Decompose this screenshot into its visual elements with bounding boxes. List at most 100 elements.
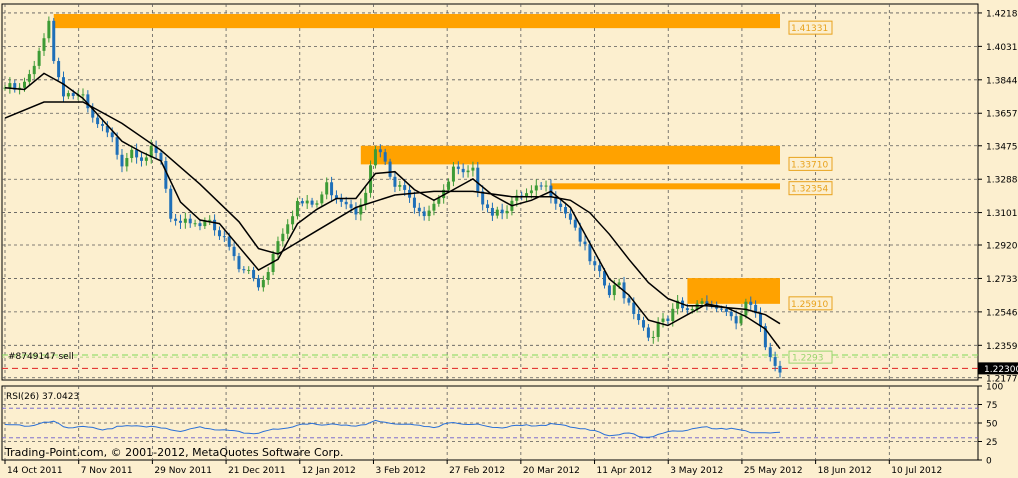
candle-body xyxy=(568,213,572,220)
candle-body xyxy=(495,209,499,216)
candle-body xyxy=(276,241,280,254)
candle-body xyxy=(252,269,256,279)
y-tick-label: 1.25460 xyxy=(986,308,1018,318)
candle-body xyxy=(349,204,353,208)
candle-body xyxy=(52,20,56,62)
candle-body xyxy=(778,365,782,373)
candle-body xyxy=(110,132,114,138)
candle-body xyxy=(637,313,641,321)
candle-body xyxy=(476,167,480,192)
candle-body xyxy=(61,77,65,97)
candle-body xyxy=(22,81,26,88)
candle-body xyxy=(208,219,212,221)
candle-body xyxy=(300,201,304,204)
candle-body xyxy=(612,285,616,296)
x-tick-label: 20 Mar 2012 xyxy=(523,466,580,476)
candle-body xyxy=(739,315,743,324)
candle-body xyxy=(130,149,134,159)
copyright-text: Trading-Point.com, © 2001-2012, MetaQuot… xyxy=(4,446,343,459)
candle-body xyxy=(661,318,665,322)
candle-body xyxy=(749,301,753,305)
candle-body xyxy=(27,74,31,82)
candle-body xyxy=(578,227,582,242)
candle-body xyxy=(295,201,299,217)
resistance-zone xyxy=(53,14,781,29)
x-tick-label: 27 Feb 2012 xyxy=(449,466,505,476)
candle-body xyxy=(759,313,763,327)
candle-body xyxy=(598,265,602,272)
candle-body xyxy=(178,220,182,223)
candle-body xyxy=(500,209,504,214)
candle-body xyxy=(456,166,460,169)
candle-body xyxy=(525,193,529,197)
candle-body xyxy=(588,244,592,262)
candle-body xyxy=(217,230,221,237)
candle-body xyxy=(120,154,124,167)
x-tick-label: 25 May 2012 xyxy=(744,466,803,476)
candle-body xyxy=(42,38,46,51)
y-tick-label: 1.31015 xyxy=(986,209,1018,219)
resistance-zone xyxy=(550,183,780,190)
candle-body xyxy=(247,269,251,271)
candle-body xyxy=(632,302,636,314)
candle-body xyxy=(690,309,694,311)
candle-body xyxy=(57,61,61,78)
candle-body xyxy=(261,279,265,288)
candle-body xyxy=(213,219,217,231)
candle-body xyxy=(174,218,178,221)
candle-body xyxy=(393,176,397,187)
candle-body xyxy=(451,166,455,182)
candle-body xyxy=(656,321,660,337)
rsi-y-tick-label: 25 xyxy=(986,438,997,448)
candle-body xyxy=(539,185,543,187)
zone-level-label: 1.33710 xyxy=(791,160,828,170)
x-tick-label: 3 Feb 2012 xyxy=(375,466,425,476)
candle-body xyxy=(47,20,51,39)
y-tick-label: 1.34750 xyxy=(986,142,1018,152)
zone-level-label: 1.25910 xyxy=(791,300,828,310)
x-tick-label: 12 Jan 2012 xyxy=(302,466,356,476)
candle-body xyxy=(607,285,611,296)
candle-body xyxy=(617,282,621,286)
candle-body xyxy=(642,320,646,328)
chart-canvas: 1.42180 1.40310 1.38440 1.36570 1.34750 1.328… xyxy=(0,0,1018,478)
candle-body xyxy=(364,192,368,205)
candle-body xyxy=(700,301,704,304)
rsi-y-tick-label: 75 xyxy=(986,401,997,411)
candle-body xyxy=(183,218,187,223)
candle-body xyxy=(593,261,597,266)
y-tick-label: 1.40310 xyxy=(986,43,1018,53)
candle-body xyxy=(383,152,387,162)
candle-body xyxy=(486,204,490,208)
candle-body xyxy=(115,137,119,155)
candle-body xyxy=(100,124,104,126)
candle-body xyxy=(86,94,90,109)
candle-body xyxy=(325,182,329,195)
candle-body xyxy=(461,168,465,173)
candle-body xyxy=(125,158,129,167)
candle-body xyxy=(564,207,568,214)
x-tick-label: 21 Dec 2011 xyxy=(228,466,285,476)
candle-body xyxy=(559,203,563,208)
candle-body xyxy=(388,161,392,177)
candle-body xyxy=(37,50,41,66)
candle-body xyxy=(505,210,509,214)
candle-body xyxy=(310,200,314,205)
candle-body xyxy=(432,203,436,211)
y-tick-label: 1.29200 xyxy=(986,242,1018,252)
candle-body xyxy=(256,278,260,288)
candle-body xyxy=(305,200,309,204)
candle-body xyxy=(144,157,148,161)
order-label: #8749147 sell xyxy=(8,352,74,362)
candle-body xyxy=(466,170,470,173)
candle-body xyxy=(96,117,100,125)
candle-body xyxy=(266,271,270,280)
candle-body xyxy=(646,327,650,338)
current-price-label: 1.2293 xyxy=(792,354,824,364)
last-price-label: 1.22300 xyxy=(984,365,1018,375)
candle-body xyxy=(242,269,246,271)
y-tick-label: 1.36570 xyxy=(986,110,1018,120)
candle-body xyxy=(544,185,548,187)
candle-body xyxy=(378,149,382,153)
candle-body xyxy=(412,197,416,208)
